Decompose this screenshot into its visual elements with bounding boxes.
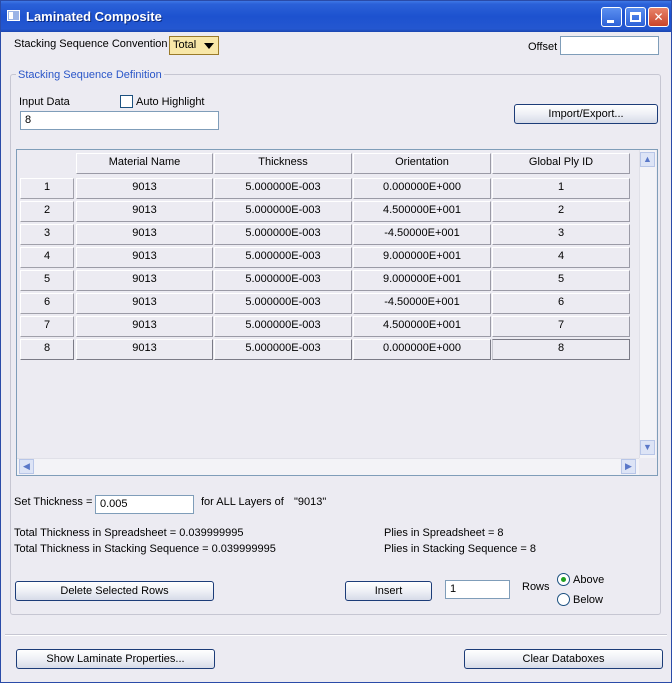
cell-ply-id[interactable]: 6 <box>492 293 630 314</box>
rows-label: Rows <box>522 581 550 593</box>
delete-selected-rows-button[interactable]: Delete Selected Rows <box>15 581 214 601</box>
row-header[interactable]: 4 <box>20 247 74 268</box>
total-thickness-stacking: Total Thickness in Stacking Sequence = 0… <box>14 543 276 555</box>
import-export-button[interactable]: Import/Export... <box>514 104 658 124</box>
stacking-convention-value: Total <box>173 39 197 51</box>
cell-material[interactable]: 9013 <box>76 316 213 337</box>
insert-button[interactable]: Insert <box>345 581 432 601</box>
scroll-down-icon[interactable]: ▼ <box>640 440 655 455</box>
set-thickness-input[interactable]: 0.005 <box>95 495 194 514</box>
total-thickness-spreadsheet: Total Thickness in Spreadsheet = 0.03999… <box>14 527 244 539</box>
offset-label: Offset <box>528 41 558 53</box>
close-icon: ✕ <box>653 10 664 24</box>
footer-separator <box>5 634 667 636</box>
cell-orientation[interactable]: 0.000000E+000 <box>353 339 491 360</box>
cell-orientation[interactable]: 4.500000E+001 <box>353 201 491 222</box>
column-header-thickness[interactable]: Thickness <box>214 153 352 174</box>
cell-ply-id[interactable]: 1 <box>492 178 630 199</box>
cell-orientation[interactable]: 9.000000E+001 <box>353 270 491 291</box>
insert-count-input[interactable]: 1 <box>445 580 510 599</box>
cell-material[interactable]: 9013 <box>76 270 213 291</box>
row-header[interactable]: 1 <box>20 178 74 199</box>
clear-databoxes-button[interactable]: Clear Databoxes <box>464 649 663 669</box>
scroll-right-icon[interactable]: ▶ <box>621 459 636 474</box>
input-data-label: Input Data <box>19 96 70 108</box>
cell-material[interactable]: 9013 <box>76 293 213 314</box>
column-header-material[interactable]: Material Name <box>76 153 213 174</box>
cell-material[interactable]: 9013 <box>76 178 213 199</box>
window-title: Laminated Composite <box>26 9 162 24</box>
close-button[interactable]: ✕ <box>648 7 669 27</box>
cell-orientation[interactable]: 9.000000E+001 <box>353 247 491 268</box>
minimize-button[interactable] <box>601 7 622 27</box>
cell-thickness[interactable]: 5.000000E-003 <box>214 247 352 268</box>
scroll-up-icon[interactable]: ▲ <box>640 152 655 167</box>
row-header[interactable]: 3 <box>20 224 74 245</box>
cell-material[interactable]: 9013 <box>76 247 213 268</box>
scroll-left-icon[interactable]: ◀ <box>19 459 34 474</box>
chevron-down-icon <box>204 43 214 49</box>
above-label: Above <box>573 574 605 586</box>
cell-material[interactable]: 9013 <box>76 201 213 222</box>
below-radio[interactable] <box>557 593 570 606</box>
column-header-orientation[interactable]: Orientation <box>353 153 491 174</box>
auto-highlight-label: Auto Highlight <box>136 96 205 108</box>
app-icon <box>7 10 20 21</box>
table-vertical-scrollbar[interactable]: ▲ ▼ <box>639 150 656 458</box>
stacking-table[interactable]: Material Name Thickness Orientation Glob… <box>16 149 658 476</box>
cell-thickness[interactable]: 5.000000E-003 <box>214 224 352 245</box>
table-horizontal-scrollbar[interactable]: ◀ ▶ <box>17 458 639 475</box>
cell-thickness[interactable]: 5.000000E-003 <box>214 339 352 360</box>
column-header-ply-id[interactable]: Global Ply ID <box>492 153 630 174</box>
cell-ply-id[interactable]: 2 <box>492 201 630 222</box>
cell-ply-id[interactable]: 4 <box>492 247 630 268</box>
auto-highlight-checkbox[interactable] <box>120 95 133 108</box>
cell-thickness[interactable]: 5.000000E-003 <box>214 293 352 314</box>
cell-orientation[interactable]: 0.000000E+000 <box>353 178 491 199</box>
below-label: Below <box>573 594 603 606</box>
cell-orientation[interactable]: -4.50000E+001 <box>353 224 491 245</box>
set-thickness-material: "9013" <box>294 496 327 508</box>
show-laminate-properties-button[interactable]: Show Laminate Properties... <box>16 649 215 669</box>
cell-material[interactable]: 9013 <box>76 224 213 245</box>
cell-ply-id[interactable]: 8 <box>492 339 630 360</box>
title-bar[interactable]: Laminated Composite ✕ <box>1 1 671 32</box>
cell-ply-id[interactable]: 3 <box>492 224 630 245</box>
cell-orientation[interactable]: 4.500000E+001 <box>353 316 491 337</box>
plies-in-stacking: Plies in Stacking Sequence = 8 <box>384 543 536 555</box>
cell-ply-id[interactable]: 5 <box>492 270 630 291</box>
set-thickness-suffix: for ALL Layers of <box>201 496 284 508</box>
cell-thickness[interactable]: 5.000000E-003 <box>214 270 352 291</box>
cell-orientation[interactable]: -4.50000E+001 <box>353 293 491 314</box>
cell-ply-id[interactable]: 7 <box>492 316 630 337</box>
stacking-convention-select[interactable]: Total <box>169 36 219 55</box>
stacking-definition-title: Stacking Sequence Definition <box>16 69 164 81</box>
row-header[interactable]: 7 <box>20 316 74 337</box>
cell-thickness[interactable]: 5.000000E-003 <box>214 178 352 199</box>
cell-material[interactable]: 9013 <box>76 339 213 360</box>
row-header[interactable]: 6 <box>20 293 74 314</box>
cell-thickness[interactable]: 5.000000E-003 <box>214 316 352 337</box>
row-header[interactable]: 2 <box>20 201 74 222</box>
maximize-button[interactable] <box>625 7 646 27</box>
set-thickness-label: Set Thickness = <box>14 496 93 508</box>
cell-thickness[interactable]: 5.000000E-003 <box>214 201 352 222</box>
minimize-icon <box>607 20 614 23</box>
plies-in-spreadsheet: Plies in Spreadsheet = 8 <box>384 527 504 539</box>
row-header[interactable]: 5 <box>20 270 74 291</box>
maximize-icon <box>630 12 641 22</box>
laminated-composite-window: Laminated Composite ✕ Stacking Sequence … <box>0 0 672 683</box>
offset-input[interactable] <box>560 36 659 55</box>
input-data-field[interactable]: 8 <box>20 111 219 130</box>
stacking-convention-label: Stacking Sequence Convention <box>14 38 168 50</box>
row-header[interactable]: 8 <box>20 339 74 360</box>
above-radio[interactable] <box>557 573 570 586</box>
